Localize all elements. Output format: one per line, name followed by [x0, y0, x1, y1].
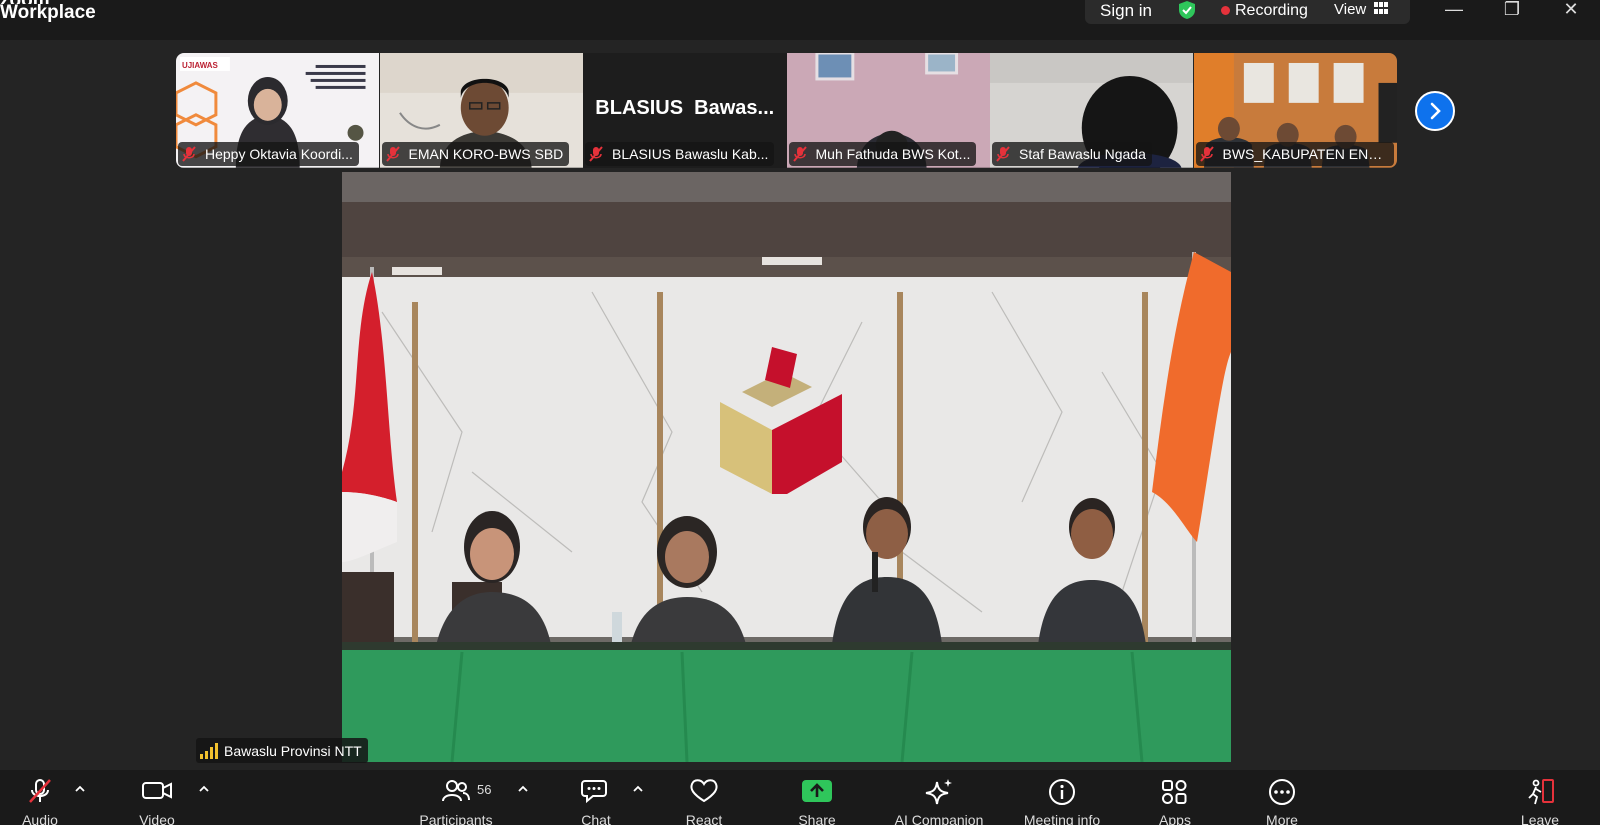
security-shield-icon[interactable]	[1177, 0, 1197, 20]
mic-muted-icon	[182, 146, 196, 162]
close-button[interactable]: ✕	[1551, 0, 1591, 24]
chevron-right-icon	[1430, 102, 1441, 120]
info-icon	[1049, 779, 1075, 805]
participant-tile[interactable]: Muh Fathuda BWS Kot...	[786, 53, 991, 168]
participant-name-label: BWS_KABUPATEN ENDE	[1195, 142, 1394, 166]
participant-name-label: EMAN KORO-BWS SBD	[381, 142, 570, 166]
meeting-info-label: Meeting info	[1023, 812, 1101, 825]
zoom-meeting-window: zoom Workplace Sign in Recording View — …	[0, 0, 1600, 825]
video-button[interactable]: Video	[134, 770, 180, 825]
participant-name: BWS_KABUPATEN ENDE	[1222, 146, 1388, 162]
brand-line2: Workplace	[0, 2, 96, 23]
share-screen-icon	[802, 780, 832, 802]
audio-button[interactable]: Audio	[18, 770, 62, 825]
recording-dot-icon	[1221, 6, 1230, 15]
participant-tile[interactable]: BWS_KABUPATEN ENDE	[1193, 53, 1398, 168]
participants-options-caret-icon[interactable]	[516, 782, 530, 796]
mic-muted-icon	[792, 146, 807, 162]
participant-name: EMAN KORO-BWS SBD	[408, 146, 564, 162]
participants-count: 56	[477, 782, 492, 797]
participants-label: Participants	[419, 812, 493, 825]
audio-label: Audio	[22, 812, 58, 825]
sparkle-icon	[925, 779, 952, 805]
chat-button[interactable]: Chat	[578, 770, 614, 825]
mic-muted-icon	[589, 146, 603, 162]
chat-options-caret-icon[interactable]	[631, 782, 645, 796]
active-speaker-video	[342, 172, 1231, 762]
leave-button[interactable]: Leave	[1520, 770, 1560, 825]
react-button[interactable]: React	[684, 770, 724, 825]
participant-tile[interactable]: BLASIUS Bawas... BLASIUS Bawaslu Kab...	[583, 53, 787, 168]
speaker-name: Bawaslu Provinsi NTT	[224, 742, 362, 759]
speaker-video-frame	[342, 172, 1231, 762]
participant-name-label: Staf Bawaslu Ngada	[992, 142, 1152, 166]
participant-name: Muh Fathuda BWS Kot...	[815, 146, 971, 162]
ai-companion-button[interactable]: AI Companion	[895, 770, 983, 825]
video-label: Video	[139, 812, 175, 825]
more-icon	[1269, 779, 1295, 805]
meeting-toolbar: Audio Video Participants 56 Chat React S…	[0, 770, 1600, 825]
audio-options-caret-icon[interactable]	[73, 782, 87, 796]
video-options-caret-icon[interactable]	[197, 782, 211, 796]
sign-in-button[interactable]: Sign in	[1100, 1, 1152, 21]
chat-label: Chat	[581, 812, 611, 825]
participant-display-name: BLASIUS Bawas...	[595, 97, 775, 119]
participant-name: Staf Bawaslu Ngada	[1019, 146, 1146, 162]
next-page-button[interactable]	[1415, 91, 1455, 131]
mic-muted-icon	[385, 146, 400, 162]
app-brand: zoom Workplace	[0, 0, 96, 23]
mic-muted-icon	[1199, 146, 1214, 162]
recording-status[interactable]: Recording	[1235, 2, 1308, 20]
participant-tile[interactable]: UJIAWAS Heppy Oktavia Koordi...	[176, 53, 380, 168]
ai-companion-label: AI Companion	[894, 812, 984, 825]
mic-muted-icon	[996, 146, 1010, 162]
participant-tile[interactable]: Staf Bawaslu Ngada	[990, 53, 1194, 168]
speaker-name-label: Bawaslu Provinsi NTT	[196, 738, 368, 763]
more-label: More	[1266, 812, 1298, 825]
participant-name-label: BLASIUS Bawaslu Kab...	[585, 142, 775, 166]
meeting-info-button[interactable]: Meeting info	[1024, 770, 1100, 825]
participants-icon	[442, 780, 470, 802]
apps-label: Apps	[1159, 812, 1191, 825]
participant-thumbnail-strip: UJIAWAS Heppy Oktavia Koordi... EMAN KOR…	[176, 53, 1397, 168]
restore-button[interactable]: ❐	[1492, 0, 1532, 24]
svg-text:UJIAWAS: UJIAWAS	[182, 61, 218, 70]
title-bar: zoom Workplace Sign in Recording View — …	[0, 0, 1600, 40]
share-label: Share	[798, 812, 836, 825]
minimize-button[interactable]: —	[1434, 0, 1474, 24]
leave-door-icon	[1528, 779, 1554, 805]
participant-tile[interactable]: EMAN KORO-BWS SBD	[379, 53, 584, 168]
signal-strength-icon	[200, 742, 218, 759]
participant-name-label: Heppy Oktavia Koordi...	[178, 142, 359, 166]
more-button[interactable]: More	[1262, 770, 1302, 825]
participant-name-label: Muh Fathuda BWS Kot...	[788, 142, 977, 166]
leave-label: Leave	[1520, 812, 1560, 825]
apps-button[interactable]: Apps	[1155, 770, 1195, 825]
heart-icon	[690, 779, 718, 803]
grid-view-icon[interactable]	[1374, 2, 1388, 14]
participant-name: Heppy Oktavia Koordi...	[205, 146, 353, 162]
chat-icon	[581, 780, 607, 804]
react-label: React	[685, 812, 723, 825]
apps-icon	[1162, 780, 1187, 804]
video-camera-icon	[142, 782, 172, 799]
share-button[interactable]: Share	[797, 770, 837, 825]
participants-button[interactable]: Participants	[419, 770, 493, 825]
participant-name: BLASIUS Bawaslu Kab...	[612, 146, 769, 162]
mic-muted-icon	[29, 779, 51, 803]
view-button[interactable]: View	[1334, 1, 1366, 18]
